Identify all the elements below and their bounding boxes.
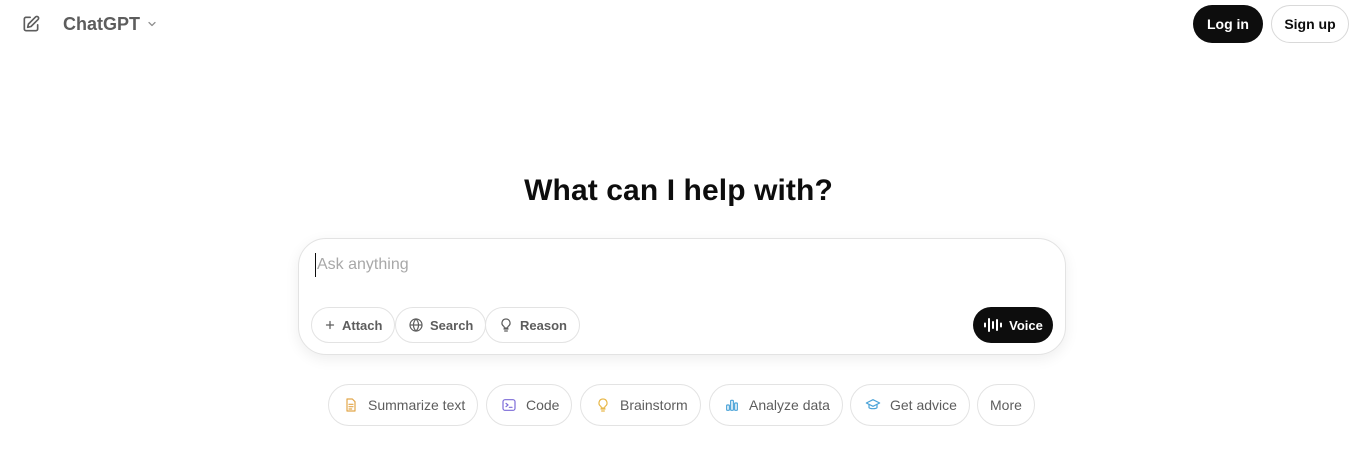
top-bar: ChatGPT Log in Sign up	[0, 0, 1357, 48]
bar-chart-icon	[726, 399, 738, 411]
suggestion-brainstorm[interactable]: Brainstorm	[580, 384, 701, 426]
search-label: Search	[430, 317, 474, 333]
voice-button[interactable]: Voice	[973, 307, 1053, 343]
chevron-down-icon	[148, 21, 156, 27]
voice-waveform-icon	[984, 318, 1003, 332]
reason-label: Reason	[520, 317, 567, 333]
suggestion-code[interactable]: Code	[486, 384, 573, 426]
globe-icon	[409, 318, 423, 332]
plus-icon	[325, 320, 335, 330]
voice-label: Voice	[1009, 317, 1043, 333]
suggestion-label: More	[990, 397, 1022, 413]
suggestion-more[interactable]: More	[977, 384, 1035, 426]
attach-label: Attach	[342, 317, 383, 333]
model-selector[interactable]: ChatGPT	[56, 9, 165, 39]
search-button[interactable]: Search	[395, 307, 487, 343]
document-icon	[346, 398, 356, 412]
suggestion-label: Analyze data	[749, 397, 830, 413]
lightbulb-icon	[501, 318, 511, 332]
new-chat-button[interactable]	[16, 9, 46, 39]
suggestion-label: Get advice	[890, 397, 957, 413]
graduation-cap-icon	[865, 399, 881, 410]
suggestion-analyze-data[interactable]: Analyze data	[709, 384, 843, 426]
prompt-input[interactable]	[315, 253, 1035, 277]
lightbulb-icon	[598, 398, 608, 412]
suggestion-label: Brainstorm	[620, 397, 688, 413]
suggestion-label: Summarize text	[368, 397, 466, 413]
app-root: ChatGPT Log in Sign up What can I help w…	[0, 0, 1357, 453]
edit-icon	[23, 15, 40, 32]
suggestion-get-advice[interactable]: Get advice	[850, 384, 970, 426]
signup-button[interactable]: Sign up	[1271, 5, 1349, 43]
suggestion-summarize-text[interactable]: Summarize text	[328, 384, 479, 426]
terminal-icon	[502, 399, 516, 411]
suggestion-label: Code	[526, 397, 560, 413]
model-name: ChatGPT	[63, 13, 141, 34]
composer: Attach Search Reason	[298, 238, 1066, 355]
reason-button[interactable]: Reason	[485, 307, 580, 343]
attach-button[interactable]: Attach	[311, 307, 396, 343]
login-button[interactable]: Log in	[1193, 5, 1263, 43]
page-title: What can I help with?	[524, 174, 833, 207]
